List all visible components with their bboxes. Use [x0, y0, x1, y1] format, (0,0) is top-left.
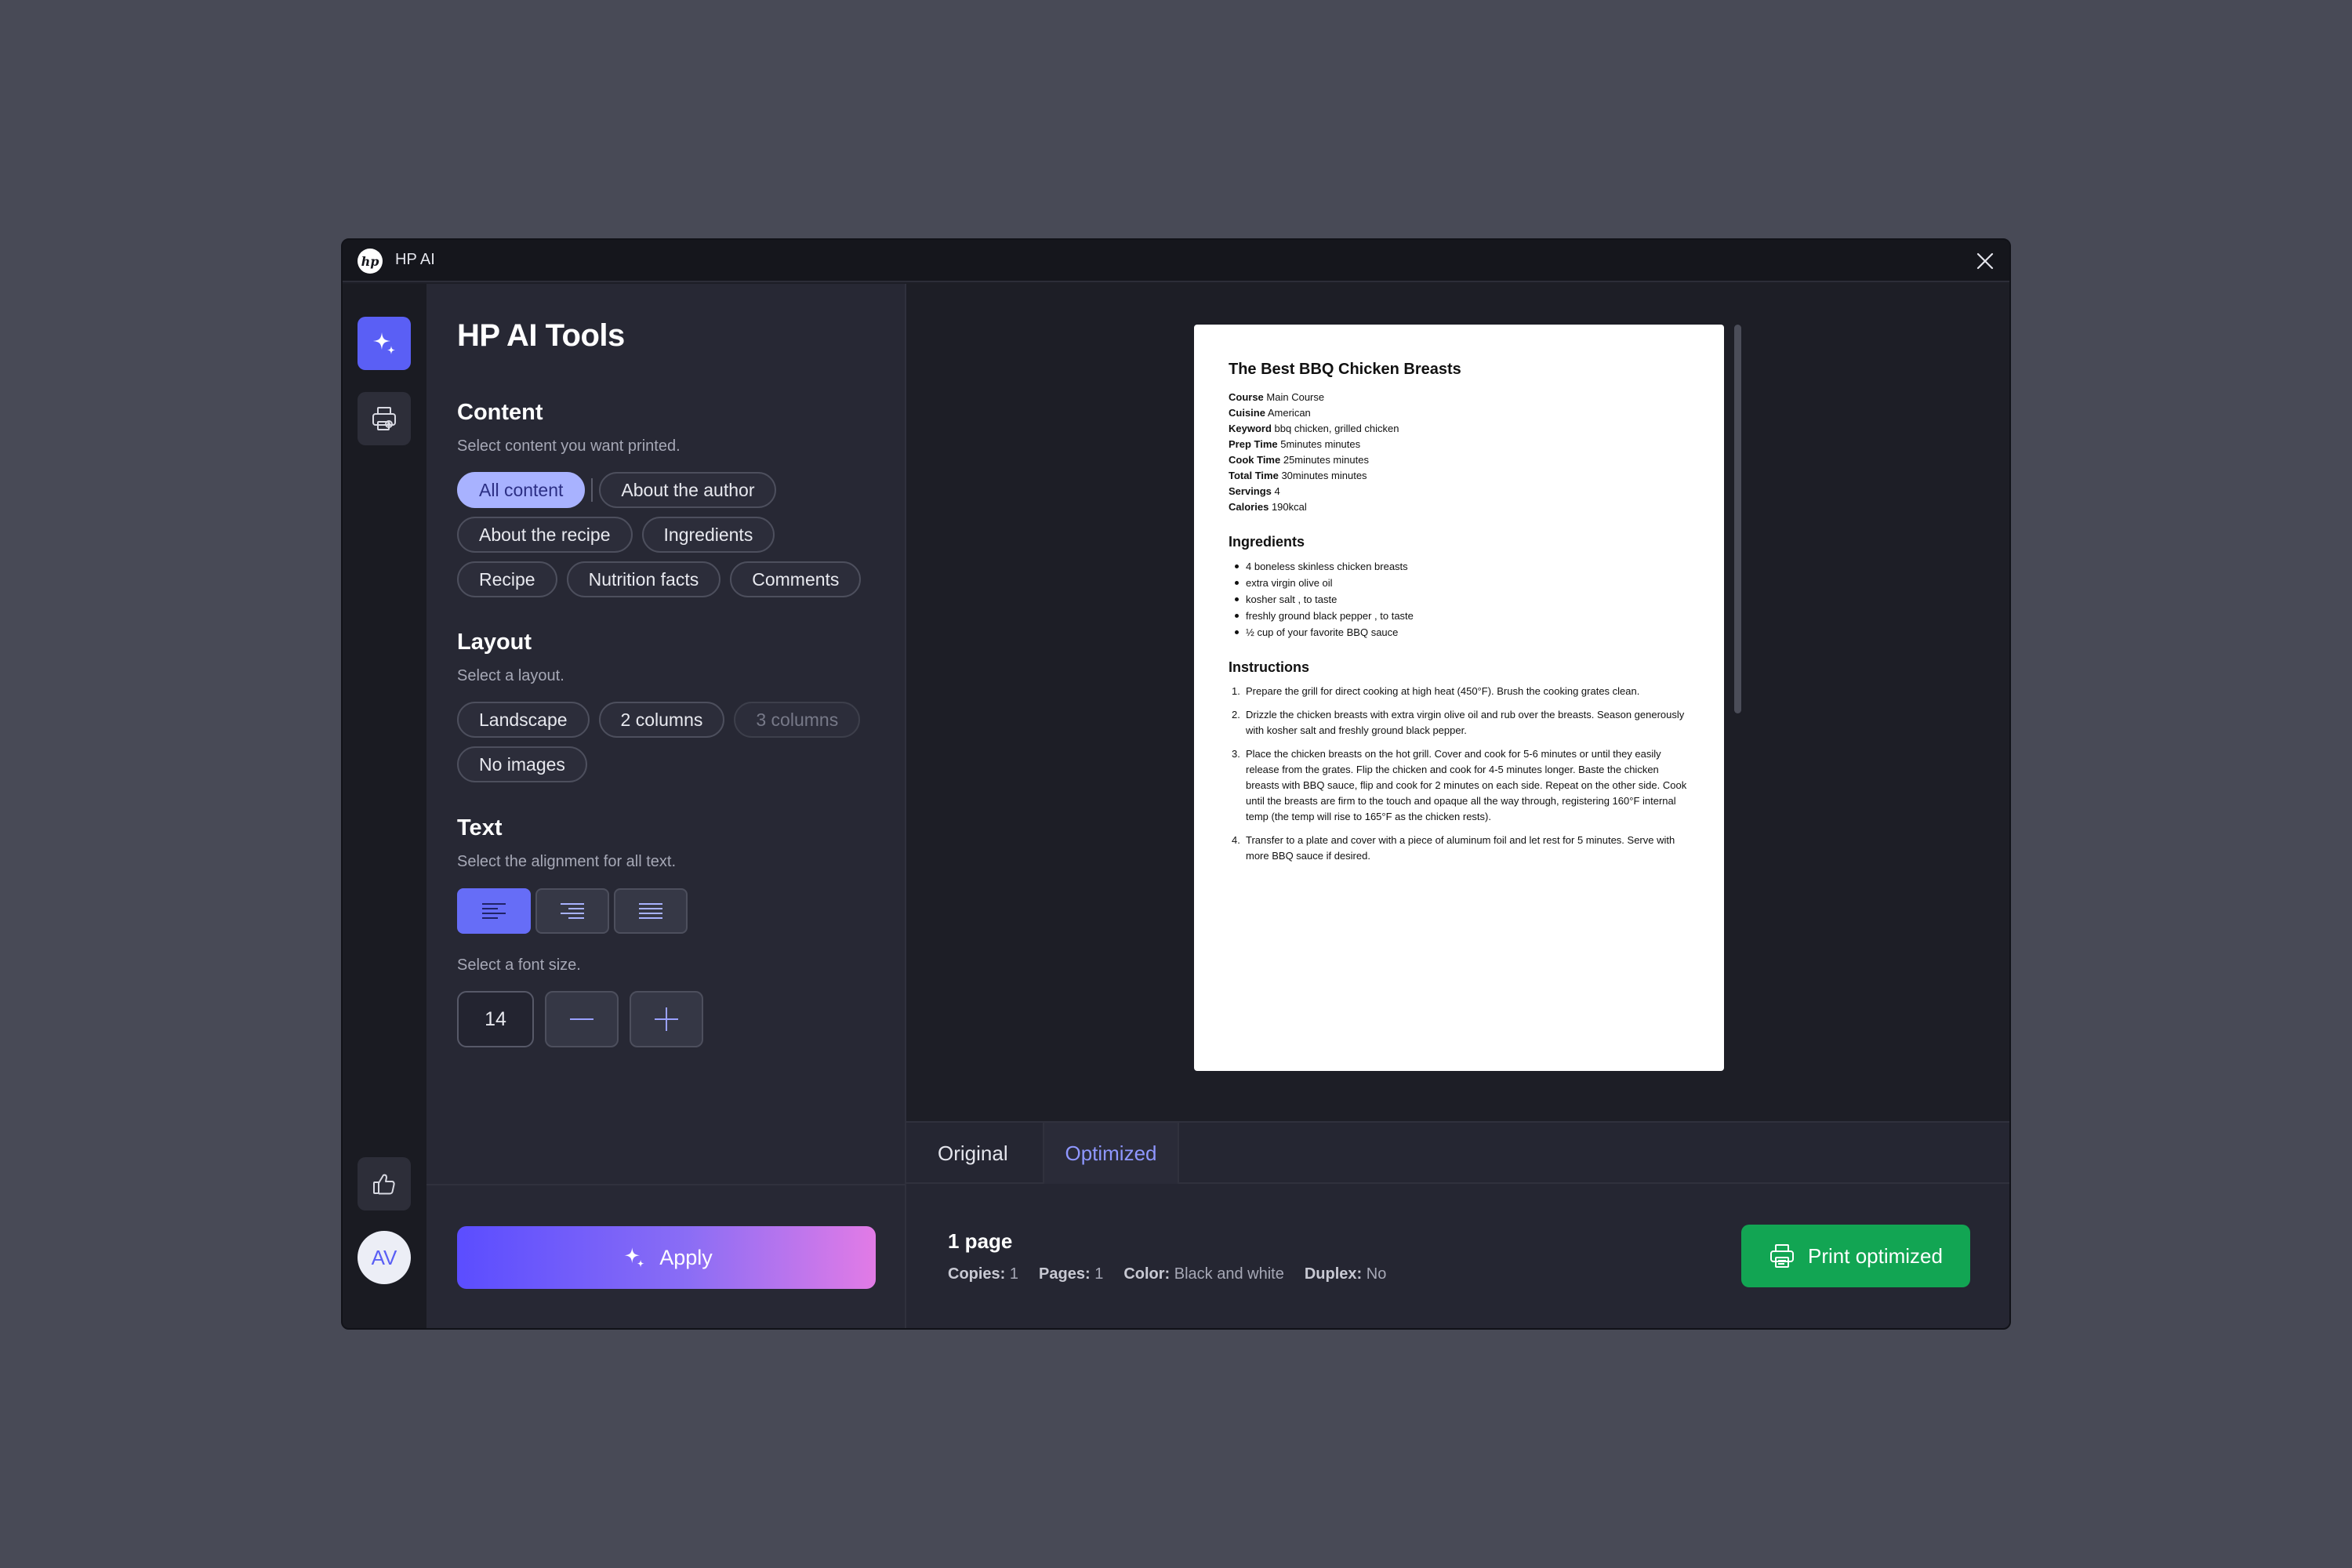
font-size-label: Select a font size. — [457, 956, 581, 974]
meta-prep-time: Prep Time 5minutes minutes — [1229, 438, 1361, 450]
recipe-meta: Course Main Course Cuisine American Keyw… — [1229, 390, 1690, 515]
ai-tools-panel: HP AI Tools Content Select content you w… — [426, 284, 906, 1328]
side-rail: AV — [343, 284, 426, 1328]
close-icon — [1976, 252, 1994, 270]
font-size-stepper: 14 — [457, 991, 703, 1047]
chip-comments[interactable]: Comments — [730, 561, 862, 597]
ingredients-list: 4 boneless skinless chicken breasts extr… — [1229, 558, 1690, 641]
list-item: 2. Drizzle the chicken breasts with extra… — [1232, 709, 1685, 736]
thumbs-up-icon — [373, 1174, 395, 1195]
list-item: 3. Place the chicken breasts on the hot g… — [1232, 748, 1687, 822]
document-title: The Best BBQ Chicken Breasts — [1229, 361, 1461, 378]
page-count: 1 page — [948, 1229, 1013, 1253]
layout-section-title: Layout — [457, 630, 532, 655]
chip-all-content[interactable]: All content — [457, 472, 586, 508]
print-optimized-label: Print optimized — [1808, 1243, 1943, 1268]
list-item: 4 boneless skinless chicken breasts — [1229, 558, 1690, 575]
minus-icon — [570, 1018, 593, 1020]
content-section-subtitle: Select content you want printed. — [457, 437, 681, 455]
chip-ingredients[interactable]: Ingredients — [641, 517, 775, 553]
layout-chip-row-1: Landscape 2 columns 3 columns — [457, 702, 861, 738]
svg-text:hp: hp — [361, 254, 379, 269]
panel-footer: Apply — [426, 1184, 905, 1328]
rail-feedback-button[interactable] — [358, 1157, 411, 1210]
plus-icon — [655, 1007, 678, 1031]
align-left-icon — [482, 903, 506, 919]
chip-about-the-author[interactable]: About the author — [599, 472, 777, 508]
printer-settings-icon — [372, 407, 396, 430]
list-item: 4. Transfer to a plate and cover with a p… — [1232, 834, 1675, 862]
increase-font-button[interactable] — [630, 991, 703, 1047]
close-button[interactable] — [1972, 248, 1998, 274]
align-right-button[interactable] — [535, 888, 609, 934]
content-section-title: Content — [457, 400, 543, 425]
app-name: HP AI — [395, 251, 435, 268]
preview-pane: The Best BBQ Chicken Breasts Course Main… — [906, 284, 2009, 1328]
list-item: 1. Prepare the grill for direct cooking a… — [1232, 685, 1640, 697]
document-page: The Best BBQ Chicken Breasts Course Main… — [1194, 325, 1724, 1071]
chip-nutrition-facts[interactable]: Nutrition facts — [566, 561, 721, 597]
instructions-heading: Instructions — [1229, 659, 1310, 675]
panel-title: HP AI Tools — [457, 318, 625, 353]
decrease-font-button[interactable] — [545, 991, 619, 1047]
meta-cook-time: Cook Time 25minutes minutes — [1229, 454, 1369, 466]
chip-recipe[interactable]: Recipe — [457, 561, 557, 597]
list-item: extra virgin olive oil — [1229, 575, 1690, 591]
chip-divider — [591, 478, 593, 502]
ingredients-heading: Ingredients — [1229, 534, 1305, 550]
list-item: ½ cup of your favorite BBQ sauce — [1229, 624, 1690, 641]
hp-logo-icon: hp — [358, 249, 383, 274]
sparkle-icon — [373, 332, 395, 354]
alignment-group — [457, 888, 688, 934]
meta-total-time: Total Time 30minutes minutes — [1229, 470, 1367, 481]
meta-calories: Calories 190kcal — [1229, 501, 1307, 513]
sparkle-icon — [624, 1247, 644, 1268]
text-section-subtitle: Select the alignment for all text. — [457, 853, 677, 870]
chip-3-columns: 3 columns — [734, 702, 861, 738]
content-chip-row-1: All content About the author — [457, 472, 777, 508]
text-section-title: Text — [457, 815, 503, 840]
printer-icon — [1770, 1244, 1795, 1268]
instructions-list: 1. Prepare the grill for direct cooking a… — [1229, 684, 1690, 864]
apply-button[interactable]: Apply — [457, 1226, 876, 1289]
content-chip-row-2: About the recipe Ingredients — [457, 517, 775, 553]
chip-2-columns[interactable]: 2 columns — [598, 702, 725, 738]
meta-servings: Servings 4 — [1229, 485, 1280, 497]
meta-cuisine: Cuisine American — [1229, 407, 1311, 419]
align-right-icon — [561, 903, 584, 919]
preview-tabs: Original Optimized — [906, 1121, 2009, 1184]
color-info: Color: Black and white — [1123, 1265, 1284, 1283]
copies-info: Copies: 1 — [948, 1265, 1019, 1283]
chip-about-the-recipe[interactable]: About the recipe — [457, 517, 633, 553]
rail-ai-tools-button[interactable] — [358, 317, 411, 370]
chip-landscape[interactable]: Landscape — [457, 702, 590, 738]
tab-optimized[interactable]: Optimized — [1043, 1123, 1179, 1184]
print-optimized-button[interactable]: Print optimized — [1741, 1225, 1970, 1287]
layout-chip-row-2: No images — [457, 746, 587, 782]
tab-original[interactable]: Original — [938, 1123, 1008, 1184]
list-item: kosher salt , to taste — [1229, 591, 1690, 608]
meta-course: Course Main Course — [1229, 391, 1325, 403]
align-left-button[interactable] — [457, 888, 531, 934]
align-justify-icon — [639, 903, 662, 919]
print-settings-summary: Copies: 1 Pages: 1 Color: Black and whit… — [948, 1265, 1386, 1283]
user-avatar[interactable]: AV — [358, 1231, 411, 1284]
meta-keyword: Keyword bbq chicken, grilled chicken — [1229, 423, 1399, 434]
rail-print-settings-button[interactable] — [358, 392, 411, 445]
layout-section-subtitle: Select a layout. — [457, 667, 564, 684]
font-size-value[interactable]: 14 — [457, 991, 534, 1047]
document-preview-area[interactable]: The Best BBQ Chicken Breasts Course Main… — [906, 284, 2009, 1121]
align-justify-button[interactable] — [614, 888, 688, 934]
content-chip-row-3: Recipe Nutrition facts Comments — [457, 561, 862, 597]
apply-label: Apply — [659, 1245, 713, 1269]
duplex-info: Duplex: No — [1304, 1265, 1387, 1283]
list-item: freshly ground black pepper , to taste — [1229, 608, 1690, 624]
pages-info: Pages: 1 — [1039, 1265, 1104, 1283]
title-bar: hp HP AI — [343, 240, 2009, 282]
print-summary: 1 page Copies: 1 Pages: 1 Color: Black a… — [906, 1184, 2009, 1328]
preview-scrollbar[interactable] — [1734, 325, 1741, 713]
chip-no-images[interactable]: No images — [457, 746, 587, 782]
hp-ai-window: hp HP AI AV HP AI Tools Content Select c… — [341, 238, 2011, 1330]
